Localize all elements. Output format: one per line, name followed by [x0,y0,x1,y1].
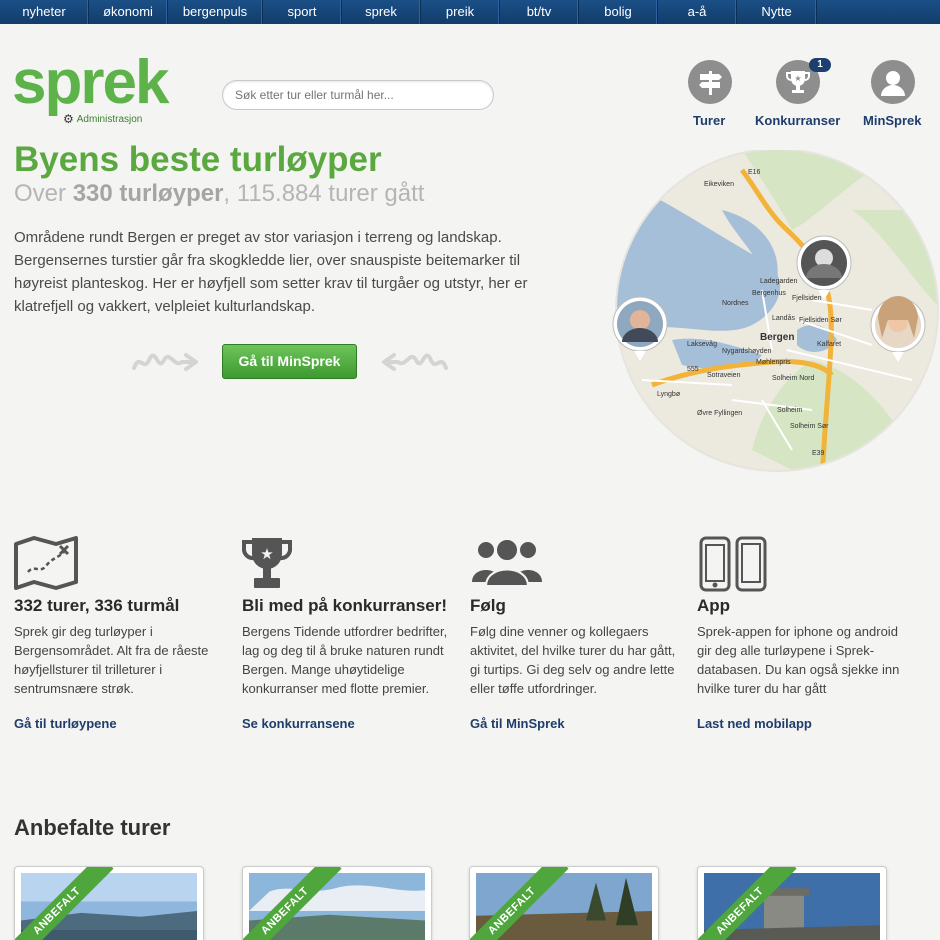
squiggle-arrow-left-icon [132,353,198,371]
hero-title: Byens beste turløyper [14,140,382,179]
map-label: Sotraveien [707,372,741,379]
recommended-title: Anbefalte turer [14,815,171,840]
map-label: Solheim Nord [772,375,815,382]
svg-text:★: ★ [794,74,801,83]
svg-text:★: ★ [260,546,273,563]
map-label: Fjellsiden Sør [799,317,842,324]
nav-item-sport[interactable]: sport [263,0,342,24]
map-label: Solheim [777,407,802,414]
nav-item-preik[interactable]: preik [421,0,500,24]
hero-text: Områdene rundt Bergen er preget av stor … [14,229,528,315]
feature-title: 332 turer, 336 turmål [14,596,180,615]
map-label: Bergenhus [752,290,786,297]
map-label: Kalfaret [817,341,841,348]
map-icon [14,536,229,592]
nav-item-bttv[interactable]: bt/tv [500,0,579,24]
feature-link-minsprek[interactable]: Gå til MinSprek [470,716,685,731]
trophy-icon: ★ [241,536,457,592]
admin-link[interactable]: ⚙ Administrasjon [63,112,142,126]
map-label: E39 [812,450,825,457]
feature-turer: 332 turer, 336 turmål Sprek gir deg turl… [14,536,229,731]
nav-item-a-a[interactable]: a-å [658,0,737,24]
minsprek-link[interactable]: MinSprek [863,113,922,128]
feature-link-mobilapp[interactable]: Last ned mobilapp [697,716,912,731]
map-label: Øvre Fyllingen [697,410,742,417]
map-label: Landås [772,314,795,322]
konkurranser-link[interactable]: Konkurranser [755,113,840,128]
nav-item-bergenpuls[interactable]: bergenpuls [168,0,263,24]
feature-text: Sprek gir deg turløyper i Bergensområdet… [14,624,209,696]
feature-title: App [697,596,731,615]
map-label: Solheim Sør [790,423,829,430]
feature-konkurranser: ★ Bli med på konkurranser! Bergens Tiden… [241,536,457,731]
turer-link[interactable]: Turer [693,113,725,128]
user-avatar-icon[interactable] [871,60,915,104]
feature-app: App Sprek-appen for iphone og android gi… [697,536,912,731]
map-label: Eikeviken [704,181,734,188]
feature-title: Følg [470,596,506,615]
go-to-minsprek-button[interactable]: Gå til MinSprek [222,344,357,379]
bergen-map[interactable]: Eikeviken E16 Ladegarden Bergenhus Fjell… [612,150,940,480]
feature-text: Sprek-appen for iphone og android gir de… [697,624,900,696]
feature-text: Bergens Tidende utfordrer bedrifter, lag… [242,624,448,696]
feature-title: Bli med på konkurranser! [242,596,448,615]
search-input[interactable] [222,80,494,110]
nav-item-sprek[interactable]: sprek [342,0,421,24]
nav-item-nytte[interactable]: Nytte [737,0,817,24]
feature-folg: Følg Følg dine venner og kollegaers akti… [470,536,685,731]
map-label: Nygardshøyden [722,348,772,355]
map-label: 555 [687,366,699,373]
map-label: E16 [748,169,761,176]
sprek-logo[interactable]: sprek [12,52,169,114]
map-label: Laksevåg [687,340,717,348]
feature-text: Følg dine venner og kollegaers aktivitet… [470,624,676,696]
nav-item-bolig[interactable]: bolig [579,0,658,24]
map-label: Ladegarden [760,278,797,285]
notification-badge: 1 [809,58,831,72]
phones-icon [697,536,912,592]
squiggle-arrow-right-icon [382,353,448,371]
hero-subtitle: Over 330 turløyper, 115.884 turer gått [14,180,425,207]
recommended-card[interactable]: ANBEFALT [469,866,659,940]
feature-link-turloypene[interactable]: Gå til turløypene [14,716,229,731]
signpost-icon[interactable] [688,60,732,104]
map-label: Møhlenpris [756,359,791,366]
map-label: Lyngbø [657,391,681,398]
top-nav: nyheter økonomi bergenpuls sport sprek p… [0,0,940,24]
gear-icon: ⚙ [63,112,74,126]
recommended-card[interactable]: ANBEFALT [242,866,432,940]
admin-label: Administrasjon [76,113,143,125]
recommended-card[interactable]: ANBEFALT [14,866,204,940]
map-label: Nordnes [722,300,749,307]
map-label: Bergen [760,332,794,343]
map-label: Fjellsiden [792,295,822,302]
people-icon [470,536,685,592]
nav-item-okonomi[interactable]: økonomi [89,0,168,24]
feature-link-konkurransene[interactable]: Se konkurransene [242,716,457,731]
nav-item-nyheter[interactable]: nyheter [0,0,89,24]
recommended-card[interactable]: ANBEFALT [697,866,887,940]
